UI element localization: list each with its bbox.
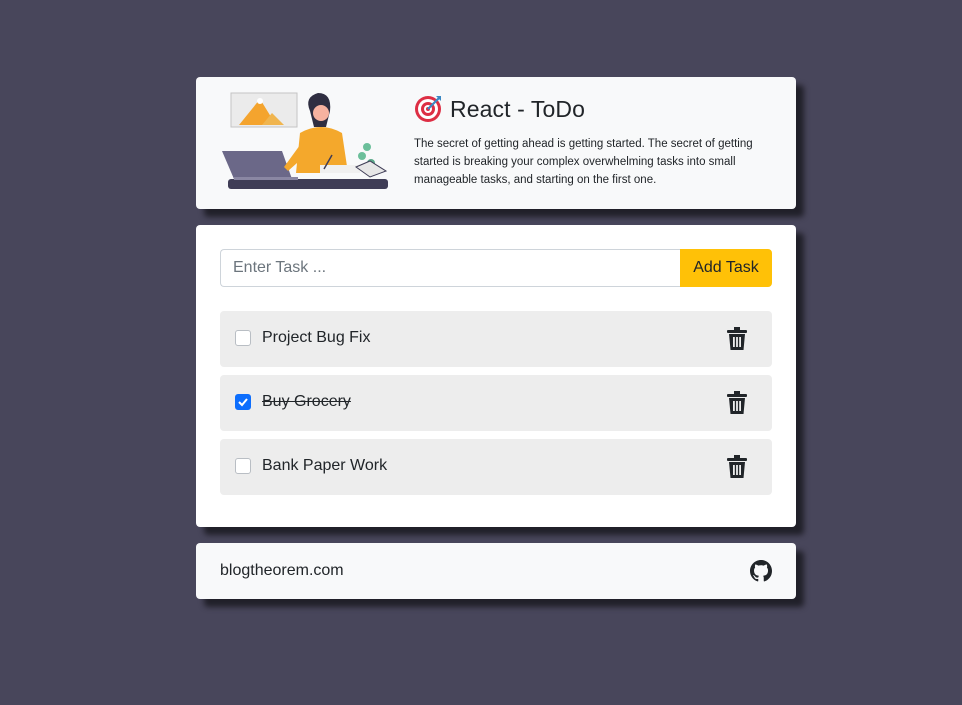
task-item: Project Bug Fix — [220, 311, 772, 367]
check-icon — [238, 398, 248, 407]
trash-icon[interactable] — [727, 327, 747, 351]
page-title: React - ToDo — [450, 95, 585, 122]
footer-card: blogtheorem.com — [196, 543, 796, 599]
tagline: The secret of getting ahead is getting s… — [414, 138, 753, 186]
github-icon[interactable] — [750, 560, 772, 582]
task-label: Buy Grocery — [262, 393, 351, 410]
todo-card: Add Task Project Bug Fix Buy Grocery — [196, 225, 796, 527]
trash-icon[interactable] — [727, 391, 747, 415]
woman-working-illustration — [222, 92, 388, 189]
task-item: Buy Grocery — [220, 375, 772, 431]
task-checkbox[interactable] — [235, 330, 251, 346]
add-task-form: Add Task — [220, 249, 772, 287]
header-card: React - ToDo The secret of getting ahead… — [196, 77, 796, 209]
footer-link[interactable]: blogtheorem.com — [220, 562, 344, 580]
trash-icon[interactable] — [727, 455, 747, 479]
task-label: Bank Paper Work — [262, 457, 388, 474]
task-checkbox[interactable] — [235, 458, 251, 474]
task-item: Bank Paper Work — [220, 439, 772, 495]
task-list: Project Bug Fix Buy Grocery Bank Paper W… — [220, 311, 772, 503]
task-input[interactable] — [220, 249, 680, 287]
direct-hit-target-icon — [415, 96, 441, 122]
title-row: React - ToDo — [414, 95, 585, 123]
task-checkbox[interactable] — [235, 394, 251, 410]
task-label: Project Bug Fix — [262, 329, 371, 346]
add-task-button[interactable]: Add Task — [680, 249, 772, 287]
